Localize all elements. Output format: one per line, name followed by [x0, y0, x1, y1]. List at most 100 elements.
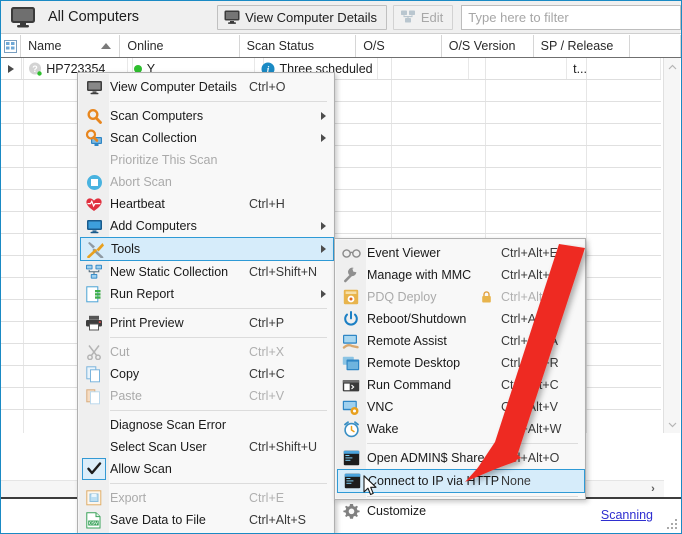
window-title-area: All Computers: [1, 1, 139, 33]
menu-item-label: Tools: [111, 242, 141, 256]
menu-item-run-report[interactable]: Run Report: [79, 283, 333, 305]
menu-item-cut[interactable]: Cut Ctrl+X: [79, 341, 333, 363]
menu-item-accelerator: Ctrl+Alt+E: [501, 246, 558, 260]
remote-desktop-icon: [341, 354, 361, 372]
menu-item-accelerator: Ctrl+Alt+D: [501, 290, 559, 304]
menu-item-scan-computers[interactable]: Scan Computers: [79, 105, 333, 127]
submenu-arrow-icon: [321, 222, 326, 230]
menu-item-remote-desktop[interactable]: Remote Desktop Ctrl+Alt+R: [336, 352, 584, 374]
menu-item-diagnose-scan-error[interactable]: Diagnose Scan Error: [79, 414, 333, 436]
column-header-online[interactable]: Online: [120, 35, 240, 57]
submenu-arrow-icon: [321, 245, 326, 253]
menu-item-label: Abort Scan: [110, 175, 172, 189]
column-header-extra[interactable]: [630, 35, 681, 57]
column-header-label: O/S Version: [448, 39, 516, 53]
menu-item-save-data-to-file[interactable]: CSV Save Data to File Ctrl+Alt+S: [79, 509, 333, 531]
menu-item-accelerator: Ctrl+Alt+B: [501, 312, 558, 326]
monitor-icon: [224, 10, 240, 24]
menu-item-label: Open ADMIN$ Share: [367, 451, 485, 465]
menu-item-remote-assist[interactable]: Remote Assist Ctrl+Alt+A: [336, 330, 584, 352]
menu-item-label: Prioritize This Scan: [110, 153, 218, 167]
column-header-scan-status[interactable]: Scan Status: [240, 35, 357, 57]
computers-group-icon: [84, 263, 104, 281]
menu-item-label: Run Command: [367, 378, 452, 392]
menu-item-customize[interactable]: Customize: [336, 500, 584, 522]
chevron-down-icon[interactable]: [664, 416, 681, 433]
menu-item-print-preview[interactable]: Print Preview Ctrl+P: [79, 312, 333, 334]
tools-submenu[interactable]: Event Viewer Ctrl+Alt+E Manage with MMC …: [334, 238, 586, 519]
menu-item-label: Print Preview: [110, 316, 184, 330]
menu-item-wake[interactable]: Wake Ctrl+Alt+W: [336, 418, 584, 440]
column-header-label: Scan Status: [246, 39, 315, 53]
menu-item-paste[interactable]: Paste Ctrl+V: [79, 385, 333, 407]
menu-item-accelerator: Ctrl+Alt+S: [249, 513, 306, 527]
column-header-name[interactable]: Name: [21, 35, 121, 57]
scan-collection-icon: [84, 129, 104, 147]
menu-item-reboot-shutdown[interactable]: Reboot/Shutdown Ctrl+Alt+B: [336, 308, 584, 330]
column-header-label: SP / Release: [540, 39, 614, 53]
menu-item-tools[interactable]: Tools: [80, 237, 334, 261]
menu-item-open-admin-share[interactable]: Open ADMIN$ Share Ctrl+Alt+O: [336, 447, 584, 469]
gear-icon: [341, 502, 361, 520]
menu-separator: [367, 496, 578, 497]
console-window-icon: [342, 472, 362, 490]
menu-item-event-viewer[interactable]: Event Viewer Ctrl+Alt+E: [336, 242, 584, 264]
stop-icon: [84, 173, 104, 191]
resize-grip-icon[interactable]: [667, 519, 677, 529]
menu-item-label: Remote Desktop: [367, 356, 461, 370]
row-expander-button[interactable]: [1, 58, 23, 79]
column-header-os-version[interactable]: O/S Version: [442, 35, 534, 57]
chevron-up-icon[interactable]: [664, 58, 681, 75]
menu-item-new-static-collection[interactable]: New Static Collection Ctrl+Shift+N: [79, 261, 333, 283]
submenu-arrow-icon: [321, 134, 326, 142]
menu-item-accelerator: None: [501, 474, 531, 488]
vertical-scrollbar[interactable]: [663, 58, 680, 433]
pdq-deploy-icon: [341, 288, 361, 306]
menu-item-add-computers[interactable]: Add Computers: [79, 215, 333, 237]
menu-item-accelerator: Ctrl+Shift+U: [249, 440, 318, 454]
column-header-sp-release[interactable]: SP / Release: [534, 35, 631, 57]
column-header-label: Online: [127, 39, 164, 53]
export-icon: [84, 489, 104, 507]
menu-item-vnc[interactable]: VNC Ctrl+Alt+V: [336, 396, 584, 418]
column-header-os[interactable]: O/S: [356, 35, 442, 57]
computers-group-icon: [400, 10, 416, 24]
column-header-label: Name: [28, 39, 62, 53]
edit-button[interactable]: Edit: [392, 4, 454, 30]
menu-item-accelerator: Ctrl+Alt+W: [501, 422, 562, 436]
cell-sp-release-text: t...: [573, 61, 587, 76]
submenu-arrow-icon: [321, 112, 326, 120]
select-all-corner-button[interactable]: [1, 35, 22, 57]
menu-item-heartbeat[interactable]: Heartbeat Ctrl+H: [79, 193, 333, 215]
menu-item-pdq-deploy[interactable]: PDQ Deploy Ctrl+Alt+D: [336, 286, 584, 308]
menu-separator: [110, 308, 327, 309]
filter-input[interactable]: [461, 4, 681, 30]
menu-item-scan-collection[interactable]: Scan Collection: [79, 127, 333, 149]
submenu-arrow-icon: [321, 290, 326, 298]
menu-item-accelerator: Ctrl+P: [249, 316, 285, 330]
menu-item-copy[interactable]: Copy Ctrl+C: [79, 363, 333, 385]
menu-item-label: Select Scan User: [110, 440, 207, 454]
view-computer-details-button[interactable]: View Computer Details: [217, 4, 388, 30]
menu-item-view-computer-details[interactable]: View Computer Details Ctrl+O: [79, 76, 333, 98]
menu-item-manage-with-mmc[interactable]: Manage with MMC Ctrl+Alt+M: [336, 264, 584, 286]
menu-item-abort-scan[interactable]: Abort Scan: [79, 171, 333, 193]
column-header-label: O/S: [363, 39, 385, 53]
menu-item-prioritize-this-scan[interactable]: Prioritize This Scan: [79, 149, 333, 171]
paste-icon: [84, 387, 104, 405]
sort-ascending-icon: [101, 43, 112, 49]
triangle-right-icon: [8, 64, 15, 73]
menu-item-label: Remote Assist: [367, 334, 447, 348]
menu-item-allow-scan[interactable]: Allow Scan: [79, 458, 333, 480]
menu-item-label: Cut: [110, 345, 130, 359]
menu-separator: [110, 410, 327, 411]
monitor-icon: [84, 78, 104, 96]
menu-item-run-command[interactable]: Run Command Ctrl+Alt+C: [336, 374, 584, 396]
menu-item-export[interactable]: Export Ctrl+E: [79, 487, 333, 509]
menu-item-select-scan-user[interactable]: Select Scan User Ctrl+Shift+U: [79, 436, 333, 458]
status-link[interactable]: Scanning: [601, 508, 653, 522]
application-window: All Computers View Computer Details Edit…: [0, 0, 682, 534]
chevron-right-icon[interactable]: ›: [642, 481, 664, 497]
context-menu[interactable]: View Computer Details Ctrl+O Scan Comput…: [77, 72, 335, 533]
menu-item-label: Diagnose Scan Error: [110, 418, 227, 432]
